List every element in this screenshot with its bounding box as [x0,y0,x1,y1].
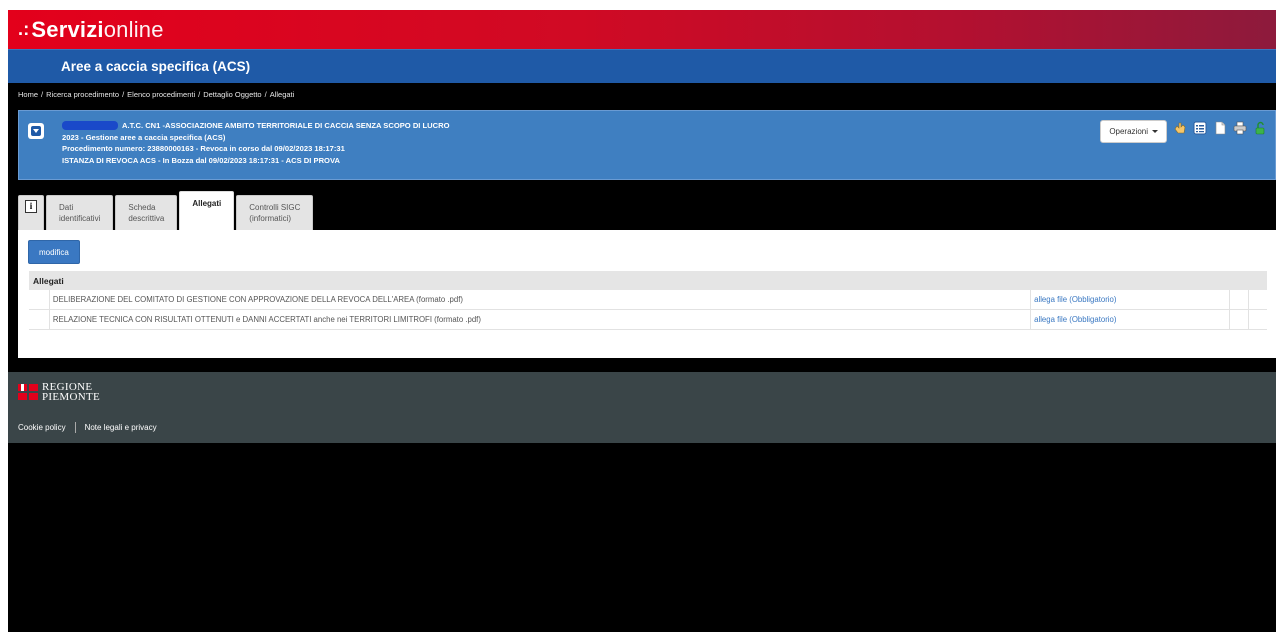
chevron-down-icon [31,126,41,136]
attachment-description: RELAZIONE TECNICA CON RISULTATI OTTENUTI… [50,310,1032,329]
toolbar-icons [1172,120,1267,135]
brand-name-light: online [103,16,164,42]
tab-label-line2: (informatici) [249,214,292,223]
info-line-4: ISTANZA DI REVOCA ACS - In Bozza dal 09/… [62,155,340,165]
tab-label-line1: Controlli SIGC [249,203,301,212]
info-line-1: A.T.C. CN1 -ASSOCIAZIONE AMBITO TERRITOR… [122,121,450,130]
regione-piemonte-logo[interactable]: REGIONE PIEMONTE [18,382,101,403]
breadcrumb-elenco[interactable]: Elenco procedimenti [127,90,195,99]
caret-down-icon [1152,130,1158,133]
tab-bar: i Dati identificativi Scheda descrittiva… [18,191,315,231]
procedure-info: A.T.C. CN1 -ASSOCIAZIONE AMBITO TERRITOR… [62,120,450,166]
cookie-policy-link[interactable]: Cookie policy [18,423,66,432]
breadcrumb: Home / Ricerca procedimento / Elenco proce… [18,89,295,99]
logo-line-2: PIEMONTE [42,391,101,403]
row-action-cell[interactable] [1249,290,1267,309]
divider [74,422,76,433]
operations-label: Operazioni [1109,127,1148,136]
table-row: DELIBERAZIONE DEL COMITATO DI GESTIONE C… [29,290,1267,310]
brand-dots: .: [18,19,30,39]
document-icon[interactable] [1212,120,1227,135]
collapse-button[interactable] [28,123,44,139]
tab-dati-identificativi[interactable]: Dati identificativi [46,195,114,231]
tab-label-line2: identificativi [59,214,101,223]
breadcrumb-ricerca[interactable]: Ricerca procedimento [46,90,119,99]
breadcrumb-home[interactable]: Home [18,90,38,99]
operations-dropdown[interactable]: Operazioni [1100,120,1167,143]
info-line-3: Procedimento numero: 23880000163 - Revoc… [62,144,345,154]
row-action-cell[interactable] [1249,310,1267,329]
row-select-cell[interactable] [29,290,50,309]
attach-file-link[interactable]: allega file (Obbligatorio) [1031,290,1231,309]
row-select-cell[interactable] [29,310,50,329]
modifica-button[interactable]: modifica [28,240,80,264]
procedure-info-panel: A.T.C. CN1 -ASSOCIAZIONE AMBITO TERRITOR… [18,110,1276,180]
tab-label-line1: Dati [59,203,74,212]
brand-bar: .: Servizi online [8,10,1276,49]
tab-info[interactable]: i [18,195,44,231]
hand-icon[interactable] [1172,120,1187,135]
table-row: RELAZIONE TECNICA CON RISULTATI OTTENUTI… [29,310,1267,330]
tab-label-line1: Allegati [192,199,222,208]
info-line-2: 2023 - Gestione aree a caccia specifica … [62,132,226,142]
brand-logo[interactable]: .: Servizi online [18,17,164,43]
list-icon[interactable] [1192,120,1207,135]
tab-label-line2: descrittiva [128,214,165,223]
breadcrumb-allegati: Allegati [269,89,295,99]
legal-privacy-link[interactable]: Note legali e privacy [85,423,157,432]
app-title: Aree a caccia specifica (ACS) [61,59,251,74]
info-icon: i [25,200,37,213]
breadcrumb-dettaglio[interactable]: Dettaglio Oggetto [203,90,261,99]
attachment-description: DELIBERAZIONE DEL COMITATO DI GESTIONE C… [50,290,1032,309]
attachments-panel: modifica Allegati DELIBERAZIONE DEL COMI… [18,230,1276,358]
app-window: .: Servizi online Aree a caccia specific… [8,10,1276,632]
tab-controlli-sigc[interactable]: Controlli SIGC (informatici) [236,195,314,231]
app-title-bar: Aree a caccia specifica (ACS) [8,49,1276,83]
unlock-icon[interactable] [1252,120,1267,135]
tab-label-line1: Scheda [128,203,156,212]
brand-name-strong: Servizi [31,16,104,42]
attach-file-link[interactable]: allega file (Obbligatorio) [1031,310,1231,329]
flag-icon [18,384,38,400]
tab-allegati[interactable]: Allegati [179,191,235,231]
row-action-cell[interactable] [1230,310,1250,329]
footer-links: Cookie policy Note legali e privacy [18,422,157,433]
print-icon[interactable] [1232,120,1247,135]
tab-scheda-descrittiva[interactable]: Scheda descrittiva [115,195,178,231]
row-action-cell[interactable] [1230,290,1250,309]
attachments-table: Allegati DELIBERAZIONE DEL COMITATO DI G… [29,271,1267,330]
table-header: Allegati [29,271,1267,290]
footer: REGIONE PIEMONTE Cookie policy Note lega… [8,372,1276,443]
redacted-block [62,121,118,130]
